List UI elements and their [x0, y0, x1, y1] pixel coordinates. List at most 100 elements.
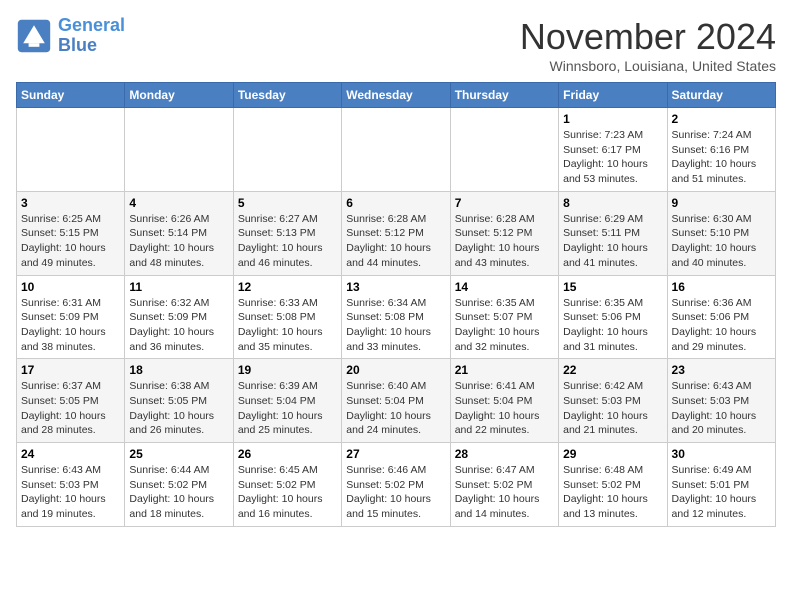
- location: Winnsboro, Louisiana, United States: [520, 58, 776, 74]
- day-info: Sunrise: 6:32 AM Sunset: 5:09 PM Dayligh…: [129, 296, 228, 355]
- calendar-cell: 21Sunrise: 6:41 AM Sunset: 5:04 PM Dayli…: [450, 359, 558, 443]
- day-info: Sunrise: 6:29 AM Sunset: 5:11 PM Dayligh…: [563, 212, 662, 271]
- calendar-cell: 13 Sunrise: 6:34 AM Sunset: 5:08 PM Dayli…: [342, 275, 450, 359]
- day-number: 7: [455, 196, 554, 210]
- calendar-cell: 22 Sunrise: 6:42 AM Sunset: 5:03 PM Dayli…: [559, 359, 667, 443]
- day-info: Sunrise: 6:33 AM Sunset: 5:08 PM Dayligh…: [238, 296, 337, 355]
- calendar-cell: 17Sunrise: 6:37 AM Sunset: 5:05 PM Dayli…: [17, 359, 125, 443]
- day-info: Sunrise: 6:42 AM Sunset: 5:03 PM Dayligh…: [563, 379, 662, 438]
- day-number: 24: [21, 447, 120, 461]
- weekday-row: SundayMondayTuesdayWednesdayThursdayFrid…: [17, 83, 776, 108]
- calendar-cell: [125, 108, 233, 192]
- day-number: 28: [455, 447, 554, 461]
- calendar-cell: 24 Sunrise: 6:43 AM Sunset: 5:03 PM Dayli…: [17, 443, 125, 527]
- calendar-cell: [450, 108, 558, 192]
- calendar-week: 3 Sunrise: 6:25 AM Sunset: 5:15 PM Daylig…: [17, 191, 776, 275]
- calendar-cell: [17, 108, 125, 192]
- day-info: Sunrise: 6:35 AM Sunset: 5:07 PM Dayligh…: [455, 296, 554, 355]
- day-number: 13: [346, 280, 445, 294]
- day-info: Sunrise: 6:43 AM Sunset: 5:03 PM Dayligh…: [21, 463, 120, 522]
- calendar-cell: 16Sunrise: 6:36 AM Sunset: 5:06 PM Dayli…: [667, 275, 775, 359]
- day-number: 14: [455, 280, 554, 294]
- day-number: 19: [238, 363, 337, 377]
- calendar-cell: 4 Sunrise: 6:26 AM Sunset: 5:14 PM Daylig…: [125, 191, 233, 275]
- day-info: Sunrise: 6:46 AM Sunset: 5:02 PM Dayligh…: [346, 463, 445, 522]
- day-number: 15: [563, 280, 662, 294]
- day-info: Sunrise: 6:34 AM Sunset: 5:08 PM Dayligh…: [346, 296, 445, 355]
- day-number: 20: [346, 363, 445, 377]
- day-info: Sunrise: 6:44 AM Sunset: 5:02 PM Dayligh…: [129, 463, 228, 522]
- day-info: Sunrise: 6:38 AM Sunset: 5:05 PM Dayligh…: [129, 379, 228, 438]
- weekday-header: Wednesday: [342, 83, 450, 108]
- day-number: 27: [346, 447, 445, 461]
- logo-text: General Blue: [58, 16, 125, 56]
- calendar-cell: 29Sunrise: 6:48 AM Sunset: 5:02 PM Dayli…: [559, 443, 667, 527]
- logo-general: General: [58, 15, 125, 35]
- calendar-cell: 30Sunrise: 6:49 AM Sunset: 5:01 PM Dayli…: [667, 443, 775, 527]
- page-header: General Blue November 2024 Winnsboro, Lo…: [16, 16, 776, 74]
- day-number: 6: [346, 196, 445, 210]
- day-number: 30: [672, 447, 771, 461]
- day-info: Sunrise: 6:43 AM Sunset: 5:03 PM Dayligh…: [672, 379, 771, 438]
- calendar-body: 1Sunrise: 7:23 AM Sunset: 6:17 PM Daylig…: [17, 108, 776, 527]
- calendar-week: 10 Sunrise: 6:31 AM Sunset: 5:09 PM Dayli…: [17, 275, 776, 359]
- day-number: 17: [21, 363, 120, 377]
- day-number: 25: [129, 447, 228, 461]
- weekday-header: Sunday: [17, 83, 125, 108]
- calendar-cell: 26Sunrise: 6:45 AM Sunset: 5:02 PM Dayli…: [233, 443, 341, 527]
- day-info: Sunrise: 6:28 AM Sunset: 5:12 PM Dayligh…: [346, 212, 445, 271]
- calendar-cell: [342, 108, 450, 192]
- weekday-header: Saturday: [667, 83, 775, 108]
- day-info: Sunrise: 6:25 AM Sunset: 5:15 PM Dayligh…: [21, 212, 120, 271]
- calendar-cell: 3 Sunrise: 6:25 AM Sunset: 5:15 PM Daylig…: [17, 191, 125, 275]
- calendar-cell: 12Sunrise: 6:33 AM Sunset: 5:08 PM Dayli…: [233, 275, 341, 359]
- day-info: Sunrise: 7:24 AM Sunset: 6:16 PM Dayligh…: [672, 128, 771, 187]
- calendar-cell: [233, 108, 341, 192]
- calendar-cell: 7 Sunrise: 6:28 AM Sunset: 5:12 PM Daylig…: [450, 191, 558, 275]
- calendar-week: 17Sunrise: 6:37 AM Sunset: 5:05 PM Dayli…: [17, 359, 776, 443]
- day-info: Sunrise: 6:36 AM Sunset: 5:06 PM Dayligh…: [672, 296, 771, 355]
- calendar-cell: 5 Sunrise: 6:27 AM Sunset: 5:13 PM Daylig…: [233, 191, 341, 275]
- calendar-cell: 15 Sunrise: 6:35 AM Sunset: 5:06 PM Dayli…: [559, 275, 667, 359]
- calendar-cell: 9Sunrise: 6:30 AM Sunset: 5:10 PM Daylig…: [667, 191, 775, 275]
- calendar-cell: 25 Sunrise: 6:44 AM Sunset: 5:02 PM Dayli…: [125, 443, 233, 527]
- calendar-cell: 23 Sunrise: 6:43 AM Sunset: 5:03 PM Dayli…: [667, 359, 775, 443]
- calendar-week: 24 Sunrise: 6:43 AM Sunset: 5:03 PM Dayli…: [17, 443, 776, 527]
- calendar-cell: 19Sunrise: 6:39 AM Sunset: 5:04 PM Dayli…: [233, 359, 341, 443]
- day-info: Sunrise: 6:31 AM Sunset: 5:09 PM Dayligh…: [21, 296, 120, 355]
- day-number: 11: [129, 280, 228, 294]
- calendar-cell: 8 Sunrise: 6:29 AM Sunset: 5:11 PM Daylig…: [559, 191, 667, 275]
- calendar-cell: 11 Sunrise: 6:32 AM Sunset: 5:09 PM Dayli…: [125, 275, 233, 359]
- day-info: Sunrise: 6:40 AM Sunset: 5:04 PM Dayligh…: [346, 379, 445, 438]
- day-info: Sunrise: 6:41 AM Sunset: 5:04 PM Dayligh…: [455, 379, 554, 438]
- logo-blue: Blue: [58, 35, 97, 55]
- calendar-cell: 20 Sunrise: 6:40 AM Sunset: 5:04 PM Dayli…: [342, 359, 450, 443]
- day-number: 18: [129, 363, 228, 377]
- day-info: Sunrise: 6:27 AM Sunset: 5:13 PM Dayligh…: [238, 212, 337, 271]
- day-number: 10: [21, 280, 120, 294]
- day-number: 3: [21, 196, 120, 210]
- calendar-cell: 18 Sunrise: 6:38 AM Sunset: 5:05 PM Dayli…: [125, 359, 233, 443]
- day-number: 23: [672, 363, 771, 377]
- weekday-header: Monday: [125, 83, 233, 108]
- weekday-header: Thursday: [450, 83, 558, 108]
- day-info: Sunrise: 6:35 AM Sunset: 5:06 PM Dayligh…: [563, 296, 662, 355]
- calendar-week: 1Sunrise: 7:23 AM Sunset: 6:17 PM Daylig…: [17, 108, 776, 192]
- day-info: Sunrise: 6:30 AM Sunset: 5:10 PM Dayligh…: [672, 212, 771, 271]
- day-number: 4: [129, 196, 228, 210]
- calendar-cell: 28Sunrise: 6:47 AM Sunset: 5:02 PM Dayli…: [450, 443, 558, 527]
- day-info: Sunrise: 6:26 AM Sunset: 5:14 PM Dayligh…: [129, 212, 228, 271]
- weekday-header: Friday: [559, 83, 667, 108]
- day-info: Sunrise: 6:28 AM Sunset: 5:12 PM Dayligh…: [455, 212, 554, 271]
- day-number: 29: [563, 447, 662, 461]
- calendar-cell: 27 Sunrise: 6:46 AM Sunset: 5:02 PM Dayli…: [342, 443, 450, 527]
- calendar-cell: 6 Sunrise: 6:28 AM Sunset: 5:12 PM Daylig…: [342, 191, 450, 275]
- logo: General Blue: [16, 16, 125, 56]
- day-number: 8: [563, 196, 662, 210]
- weekday-header: Tuesday: [233, 83, 341, 108]
- day-number: 22: [563, 363, 662, 377]
- calendar-cell: 14 Sunrise: 6:35 AM Sunset: 5:07 PM Dayli…: [450, 275, 558, 359]
- day-number: 5: [238, 196, 337, 210]
- logo-icon: [16, 18, 52, 54]
- title-block: November 2024 Winnsboro, Louisiana, Unit…: [520, 16, 776, 74]
